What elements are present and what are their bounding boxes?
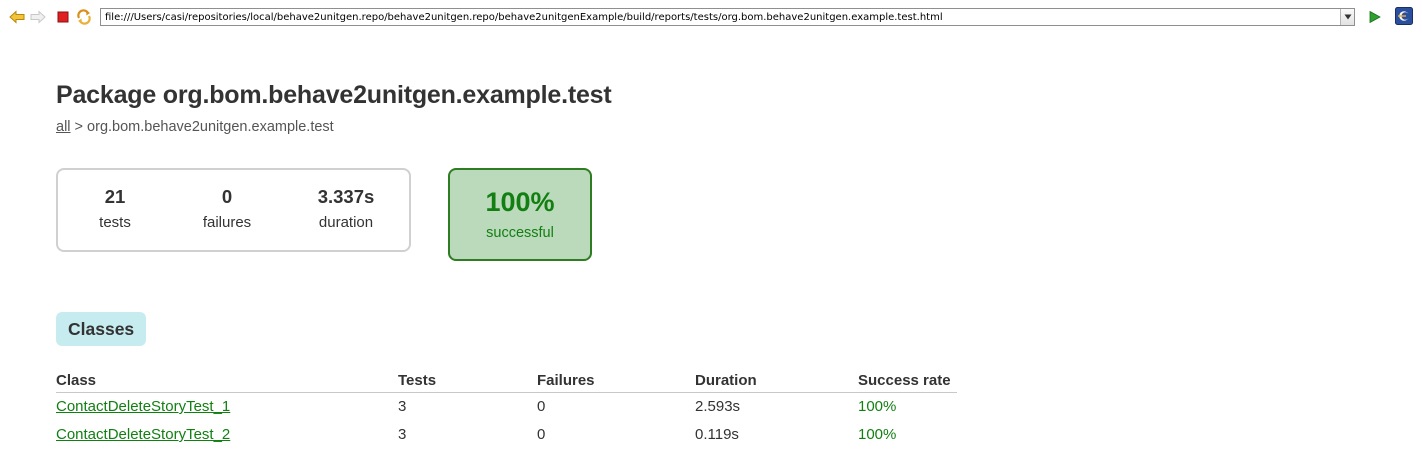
table-row: ContactDeleteStoryTest_2 3 0 0.119s 100% <box>56 421 957 449</box>
duration-counter: 3.337s duration <box>291 186 401 233</box>
browser-toolbar <box>0 0 1422 34</box>
classes-table: Class Tests Failures Duration Success ra… <box>56 370 957 449</box>
success-rate-cell: 100% <box>858 426 897 443</box>
breadcrumb: all > org.bom.behave2unitgen.example.tes… <box>56 118 1376 136</box>
summary-box: 21 tests 0 failures 3.337s duration <box>56 168 411 252</box>
header-class: Class <box>56 370 398 393</box>
success-rate-label: successful <box>486 225 554 241</box>
header-duration: Duration <box>695 370 858 393</box>
success-rate-cell: 100% <box>858 398 897 415</box>
report-content: Package org.bom.behave2unitgen.example.t… <box>56 78 1376 443</box>
class-link[interactable]: ContactDeleteStoryTest_2 <box>56 426 230 443</box>
table-row: ContactDeleteStoryTest_1 3 0 2.593s 100% <box>56 393 957 422</box>
page-title: Package org.bom.behave2unitgen.example.t… <box>56 81 612 109</box>
breadcrumb-all-link[interactable]: all <box>56 119 71 135</box>
table-header-row: Class Tests Failures Duration Success ra… <box>56 370 957 393</box>
refresh-icon[interactable] <box>76 9 92 25</box>
success-rate-value: 100% <box>485 187 555 217</box>
class-link[interactable]: ContactDeleteStoryTest_1 <box>56 398 230 415</box>
class-cell: ContactDeleteStoryTest_2 <box>56 421 398 449</box>
url-input[interactable] <box>101 9 1340 25</box>
header-success-rate: Success rate <box>858 370 957 393</box>
duration-cell: 2.593s <box>695 398 741 415</box>
chevron-down-icon[interactable] <box>1340 9 1354 25</box>
duration-label: duration <box>318 214 374 231</box>
failures-label: failures <box>202 214 252 231</box>
failures-counter: 0 failures <box>172 186 282 233</box>
failures-cell: 0 <box>537 398 546 415</box>
tab-classes[interactable]: Classes <box>56 312 147 346</box>
forward-arrow-icon[interactable] <box>30 9 46 25</box>
header-failures: Failures <box>537 370 695 393</box>
eclipse-browser-icon[interactable] <box>1395 7 1413 25</box>
tests-counter: 21 tests <box>60 186 170 233</box>
back-arrow-icon[interactable] <box>9 9 25 25</box>
duration-cell: 0.119s <box>695 426 739 443</box>
tests-label: tests <box>99 214 131 231</box>
failures-count: 0 <box>221 186 233 207</box>
breadcrumb-current: org.bom.behave2unitgen.example.test <box>87 119 334 135</box>
stop-icon[interactable] <box>55 9 71 25</box>
address-bar <box>100 8 1355 26</box>
header-tests: Tests <box>398 370 537 393</box>
breadcrumb-separator: > <box>70 119 88 135</box>
duration-value: 3.337s <box>317 186 375 207</box>
failures-cell: 0 <box>537 426 546 443</box>
class-cell: ContactDeleteStoryTest_1 <box>56 393 398 422</box>
tests-cell: 3 <box>398 398 407 415</box>
tests-count: 21 <box>104 186 126 207</box>
tests-cell: 3 <box>398 426 407 443</box>
go-play-icon[interactable] <box>1367 9 1383 25</box>
success-rate-box: 100% successful <box>448 168 592 261</box>
